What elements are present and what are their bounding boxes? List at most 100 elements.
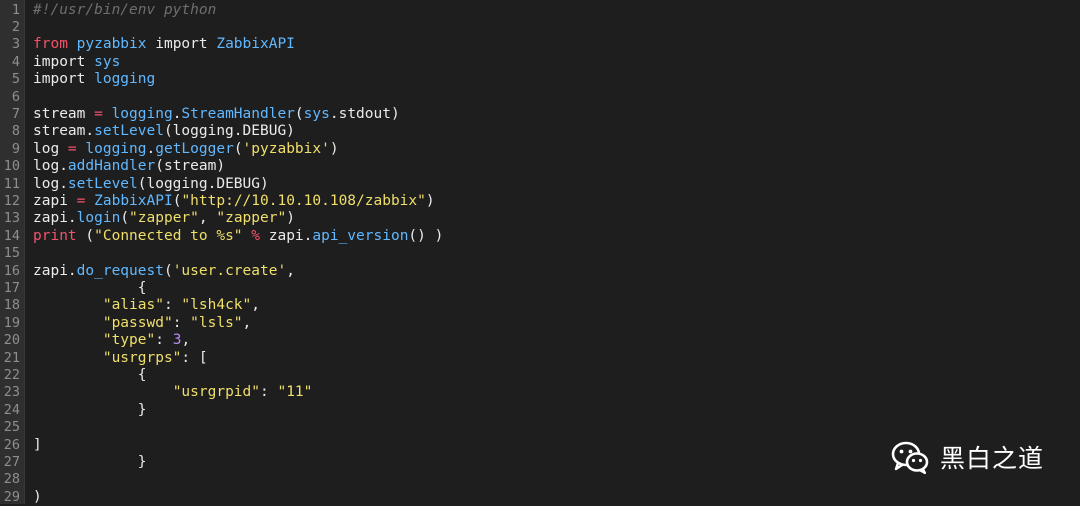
line-number: 27 (3, 453, 20, 470)
code-token: ( (163, 262, 173, 279)
code-token: , (242, 314, 252, 331)
code-text: #!/usr/bin/env python (33, 2, 216, 19)
code-line: 6 (0, 89, 1080, 106)
code-token: zapi. (260, 227, 313, 244)
code-token: zapi. (33, 262, 77, 279)
line-number: 5 (11, 71, 20, 88)
line-number: 6 (11, 88, 20, 105)
code-token: 'user.create' (172, 262, 287, 279)
code-text: { (33, 280, 147, 297)
line-number: 20 (3, 332, 20, 349)
code-line: 17 { (0, 280, 1080, 297)
code-line: 10 log.addHandler(stream) (0, 158, 1080, 175)
code-token: "http://10.10.10.108/zabbix" (181, 192, 426, 209)
code-line: 11 log.setLevel(logging.DEBUG) (0, 176, 1080, 193)
code-text: "usrgrps": [ (33, 350, 208, 367)
code-token: zapi. (33, 210, 77, 227)
code-token: } (33, 453, 147, 470)
code-line: 19 "passwd": "lsls", (0, 315, 1080, 332)
code-token: % (251, 227, 260, 244)
code-editor[interactable]: 1 #!/usr/bin/env python 2 3 from pyzabbix im… (0, 0, 1080, 505)
code-token: "11" (277, 384, 313, 401)
code-text: "passwd": "lsls", (33, 315, 251, 332)
code-token: "alias" (102, 297, 164, 314)
code-text: } (33, 402, 147, 419)
code-line: 5 import logging (0, 71, 1080, 88)
code-line: 8 stream.setLevel(logging.DEBUG) (0, 123, 1080, 140)
code-line: 3 from pyzabbix import ZabbixAPI (0, 36, 1080, 53)
line-number: 28 (3, 471, 20, 488)
code-token: "Connected to %s" (94, 227, 243, 244)
line-number: 7 (11, 105, 20, 122)
code-text: from pyzabbix import ZabbixAPI (33, 36, 295, 53)
code-line: 25 (0, 419, 1080, 436)
code-token: log. (33, 158, 68, 175)
code-token: = (67, 140, 77, 157)
code-token: logging (111, 105, 173, 122)
code-text: stream = logging.StreamHandler(sys.stdou… (33, 106, 400, 123)
code-token: setLevel (94, 123, 164, 140)
code-token: 'pyzabbix' (242, 140, 330, 157)
line-number: 24 (3, 401, 20, 418)
code-token: = (94, 105, 103, 122)
line-number: 9 (11, 140, 20, 157)
code-text: { (33, 367, 147, 384)
code-token: "zapper" (129, 210, 199, 227)
line-number: 10 (3, 158, 20, 175)
code-line: 7 stream = logging.StreamHandler(sys.stdo… (0, 106, 1080, 123)
code-token: . (146, 140, 156, 157)
code-line: 4 import sys (0, 54, 1080, 71)
code-token: : (172, 314, 191, 331)
code-token: import (146, 36, 217, 53)
code-text: ] (33, 437, 42, 454)
code-token: getLogger (155, 140, 234, 157)
code-line: 15 (0, 245, 1080, 262)
line-number: 23 (3, 384, 20, 401)
code-line: 22 { (0, 367, 1080, 384)
code-text: "type": 3, (33, 332, 190, 349)
code-token: (logging.DEBUG) (137, 175, 269, 192)
code-text: stream.setLevel(logging.DEBUG) (33, 123, 295, 140)
code-line: 24 } (0, 402, 1080, 419)
code-token: api_version (312, 227, 409, 244)
code-token: import (33, 53, 95, 70)
line-number: 19 (3, 314, 20, 331)
line-number: 2 (11, 18, 20, 35)
code-line: 12 zapi = ZabbixAPI("http://10.10.10.108/… (0, 193, 1080, 210)
code-token: ZabbixAPI (94, 192, 173, 209)
code-token: import (33, 71, 95, 88)
code-token: ) (33, 488, 42, 505)
line-number: 1 (11, 1, 20, 18)
code-token: sys (303, 105, 330, 122)
code-token: log. (33, 175, 68, 192)
code-token: ( (76, 227, 95, 244)
code-token: stream (33, 105, 95, 122)
code-token: ) (329, 140, 339, 157)
code-line: 23 "usrgrpid": "11" (0, 384, 1080, 401)
code-token: "usrgrps" (102, 349, 182, 366)
code-token: { (33, 279, 147, 296)
code-text: zapi.login("zapper", "zapper") (33, 210, 295, 227)
code-token: } (33, 401, 147, 418)
code-text: import sys (33, 54, 120, 71)
code-token: "type" (102, 332, 156, 349)
code-token: (logging.DEBUG) (163, 123, 295, 140)
code-token: "zapper" (216, 210, 287, 227)
code-token: #!/usr/bin/env python (33, 1, 217, 18)
code-token: ) (425, 192, 435, 209)
code-token: ( (120, 210, 130, 227)
code-token: zapi (33, 192, 77, 209)
line-number: 11 (3, 175, 20, 192)
line-number: 14 (3, 227, 20, 244)
code-token: do_request (76, 262, 164, 279)
code-token: "passwd" (102, 314, 173, 331)
code-token: logging (94, 71, 156, 88)
line-number: 12 (3, 192, 20, 209)
